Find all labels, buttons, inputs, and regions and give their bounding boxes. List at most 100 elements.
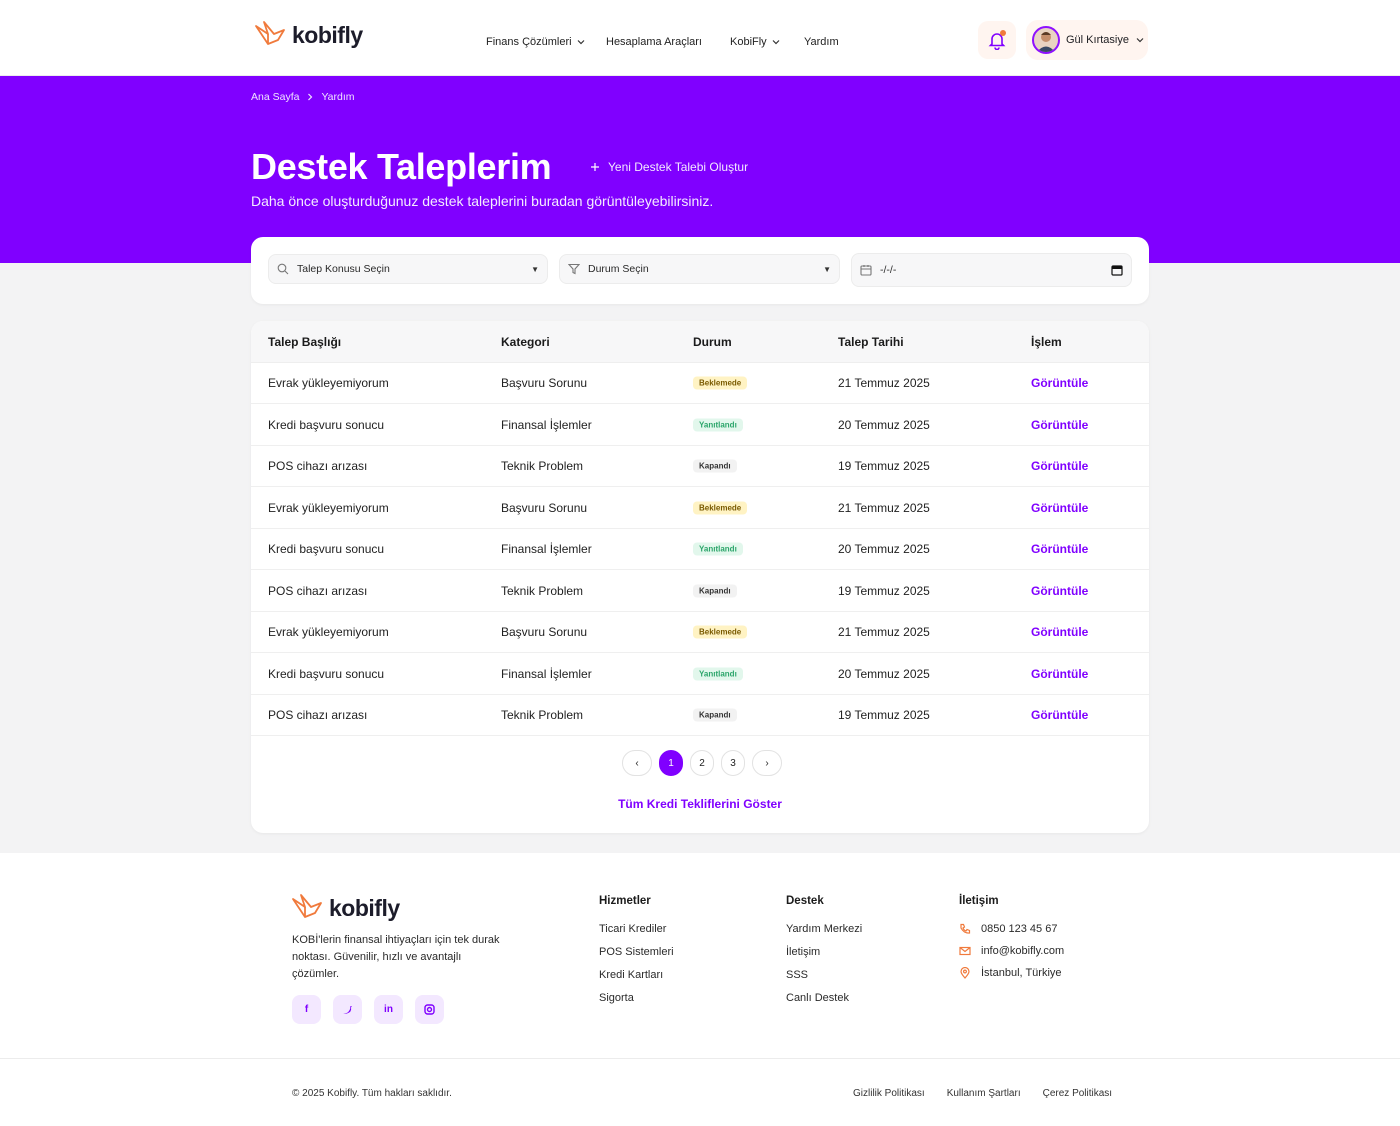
breadcrumb-home[interactable]: Ana Sayfa xyxy=(251,91,299,103)
map-pin-icon xyxy=(960,967,970,979)
view-request-link[interactable]: Görüntüle xyxy=(1031,418,1088,432)
view-request-link[interactable]: Görüntüle xyxy=(1031,667,1088,681)
location-text: İstanbul, Türkiye xyxy=(981,967,1062,979)
user-name: Gül Kırtasiye xyxy=(1066,34,1129,46)
table-row: Evrak yükleyemiyorum Başvuru Sorunu Beklem… xyxy=(251,612,1149,653)
hero-banner: Ana Sayfa Yardım Destek Taleplerim Yeni … xyxy=(0,76,1400,263)
status-select[interactable]: Durum Seçin ▼ xyxy=(559,254,840,284)
avatar xyxy=(1032,26,1060,54)
mail-icon xyxy=(959,946,971,956)
nav-finans-cozumleri[interactable]: Finans Çözümleri xyxy=(486,36,606,48)
date-input[interactable]: -/-/- xyxy=(851,253,1132,287)
cookie-policy-link[interactable]: Çerez Politikası xyxy=(1043,1088,1112,1099)
prev-page-button[interactable]: ‹ xyxy=(622,750,652,776)
pagination: ‹ 1 2 3 › xyxy=(622,750,782,776)
status-badge: Kapandı xyxy=(693,584,737,597)
footer-contact-title: İletişim xyxy=(959,895,999,907)
footer-contact: İletişim 0850 123 45 67 info@kobifly.com… xyxy=(959,895,1064,989)
contact-email[interactable]: info@kobifly.com xyxy=(959,945,1064,957)
show-all-offers-link[interactable]: Tüm Kredi Tekliflerini Göster xyxy=(251,797,1149,811)
filter-bar: Talep Konusu Seçin ▼ Durum Seçin ▼ -/-/- xyxy=(251,237,1149,304)
cell-category: Başvuru Sorunu xyxy=(501,376,588,390)
cell-category: Başvuru Sorunu xyxy=(501,625,588,639)
nav-yardim[interactable]: Yardım xyxy=(804,36,839,48)
cell-category: Finansal İşlemler xyxy=(501,417,592,432)
table-row: Kredi başvuru sonucu Finansal İşlemler Yan… xyxy=(251,529,1149,570)
user-menu[interactable]: Gül Kırtasiye xyxy=(1026,20,1148,60)
table-row: Kredi başvuru sonucu Finansal İşlemler Yan… xyxy=(251,654,1149,695)
breadcrumb-current[interactable]: Yardım xyxy=(321,91,354,103)
nav-kobifly[interactable]: KobiFly xyxy=(730,36,804,48)
instagram-glyph-icon xyxy=(424,1004,435,1015)
cell-date: 20 Temmuz 2025 xyxy=(838,417,930,432)
footer-link[interactable]: Sigorta xyxy=(599,992,674,1006)
view-request-link[interactable]: Görüntüle xyxy=(1031,584,1088,598)
new-request-label: Yeni Destek Talebi Oluştur xyxy=(608,160,749,174)
table-header: Talep Başlığı Kategori Durum Talep Tarih… xyxy=(251,321,1149,363)
view-request-link[interactable]: Görüntüle xyxy=(1031,625,1088,639)
privacy-policy-link[interactable]: Gizlilik Politikası xyxy=(853,1088,925,1099)
linkedin-icon[interactable]: in xyxy=(374,995,403,1024)
terms-of-use-link[interactable]: Kullanım Şartları xyxy=(947,1088,1021,1099)
cell-title: Kredi başvuru sonucu xyxy=(268,417,385,432)
table-row: POS cihazı arızası Teknik Problem Kapandı 1… xyxy=(251,571,1149,612)
footer-link[interactable]: Canlı Destek xyxy=(786,992,862,1006)
next-page-button[interactable]: › xyxy=(752,750,782,776)
twitter-icon[interactable] xyxy=(333,995,362,1024)
main-nav: Finans Çözümleri Hesaplama Araçları Kobi… xyxy=(486,36,839,48)
cell-date: 20 Temmuz 2025 xyxy=(838,666,930,681)
facebook-icon[interactable]: f xyxy=(292,995,321,1024)
view-request-link[interactable]: Görüntüle xyxy=(1031,542,1088,556)
cell-date: 21 Temmuz 2025 xyxy=(838,376,930,390)
page-3-button[interactable]: 3 xyxy=(721,750,745,776)
bird-logo-icon xyxy=(255,21,285,45)
status-badge: Kapandı xyxy=(693,459,737,473)
nav-hesaplama-araclari[interactable]: Hesaplama Araçları xyxy=(606,36,730,48)
footer-brand-logo[interactable]: kobifly xyxy=(291,893,400,923)
footer-link[interactable]: Kredi Kartları xyxy=(599,969,674,983)
cell-category: Finansal İşlemler xyxy=(501,666,592,681)
cell-category: Finansal İşlemler xyxy=(501,542,592,556)
view-request-link[interactable]: Görüntüle xyxy=(1031,708,1088,722)
page-2-button[interactable]: 2 xyxy=(690,750,714,776)
footer-link[interactable]: İletişim xyxy=(786,946,862,960)
filter-icon xyxy=(568,263,580,275)
footer-divider xyxy=(0,1058,1400,1059)
cell-date: 19 Temmuz 2025 xyxy=(838,583,930,598)
status-badge: Yanıtlandı xyxy=(693,542,743,556)
bird-logo-icon xyxy=(292,894,322,918)
footer-link[interactable]: POS Sistemleri xyxy=(599,946,674,960)
twitter-bird-icon xyxy=(343,1005,352,1014)
nav-label: KobiFly xyxy=(730,36,767,48)
footer-link[interactable]: SSS xyxy=(786,969,862,983)
cell-category: Başvuru Sorunu xyxy=(501,500,588,515)
view-request-link[interactable]: Görüntüle xyxy=(1031,459,1088,473)
page-1-button[interactable]: 1 xyxy=(659,750,683,776)
calendar-picker-icon[interactable] xyxy=(1111,264,1123,276)
view-request-link[interactable]: Görüntüle xyxy=(1031,501,1088,515)
support-requests-table: Talep Başlığı Kategori Durum Talep Tarih… xyxy=(251,321,1149,833)
topic-select[interactable]: Talep Konusu Seçin ▼ xyxy=(268,254,548,284)
brand-logo[interactable]: kobifly xyxy=(254,20,363,50)
footer-link[interactable]: Yardım Merkezi xyxy=(786,923,862,937)
footer-link[interactable]: Ticari Krediler xyxy=(599,923,674,937)
contact-phone[interactable]: 0850 123 45 67 xyxy=(959,923,1064,935)
cell-date: 20 Temmuz 2025 xyxy=(838,542,930,556)
notifications-button[interactable] xyxy=(978,21,1016,59)
cell-title: Evrak yükleyemiyorum xyxy=(268,625,389,639)
instagram-icon[interactable] xyxy=(415,995,444,1024)
breadcrumb: Ana Sayfa Yardım xyxy=(251,91,355,103)
chevron-right-icon xyxy=(308,93,313,101)
footer-services: Hizmetler Ticari Krediler POS Sistemleri… xyxy=(599,895,674,1015)
cell-title: Kredi başvuru sonucu xyxy=(268,666,385,681)
view-request-link[interactable]: Görüntüle xyxy=(1031,376,1088,390)
cell-category: Teknik Problem xyxy=(501,459,584,473)
table-row: Kredi başvuru sonucu Finansal İşlemler Yan… xyxy=(251,405,1149,446)
new-support-request-button[interactable]: Yeni Destek Talebi Oluştur xyxy=(590,160,748,174)
header-durum: Durum xyxy=(693,334,732,349)
date-input-value: -/-/- xyxy=(880,264,897,276)
copyright: © 2025 Kobifly. Tüm hakları saklıdır. xyxy=(292,1088,452,1099)
caret-down-icon: ▼ xyxy=(823,264,831,274)
email-address: info@kobifly.com xyxy=(981,945,1065,957)
topic-select-value: Talep Konusu Seçin xyxy=(297,263,390,275)
